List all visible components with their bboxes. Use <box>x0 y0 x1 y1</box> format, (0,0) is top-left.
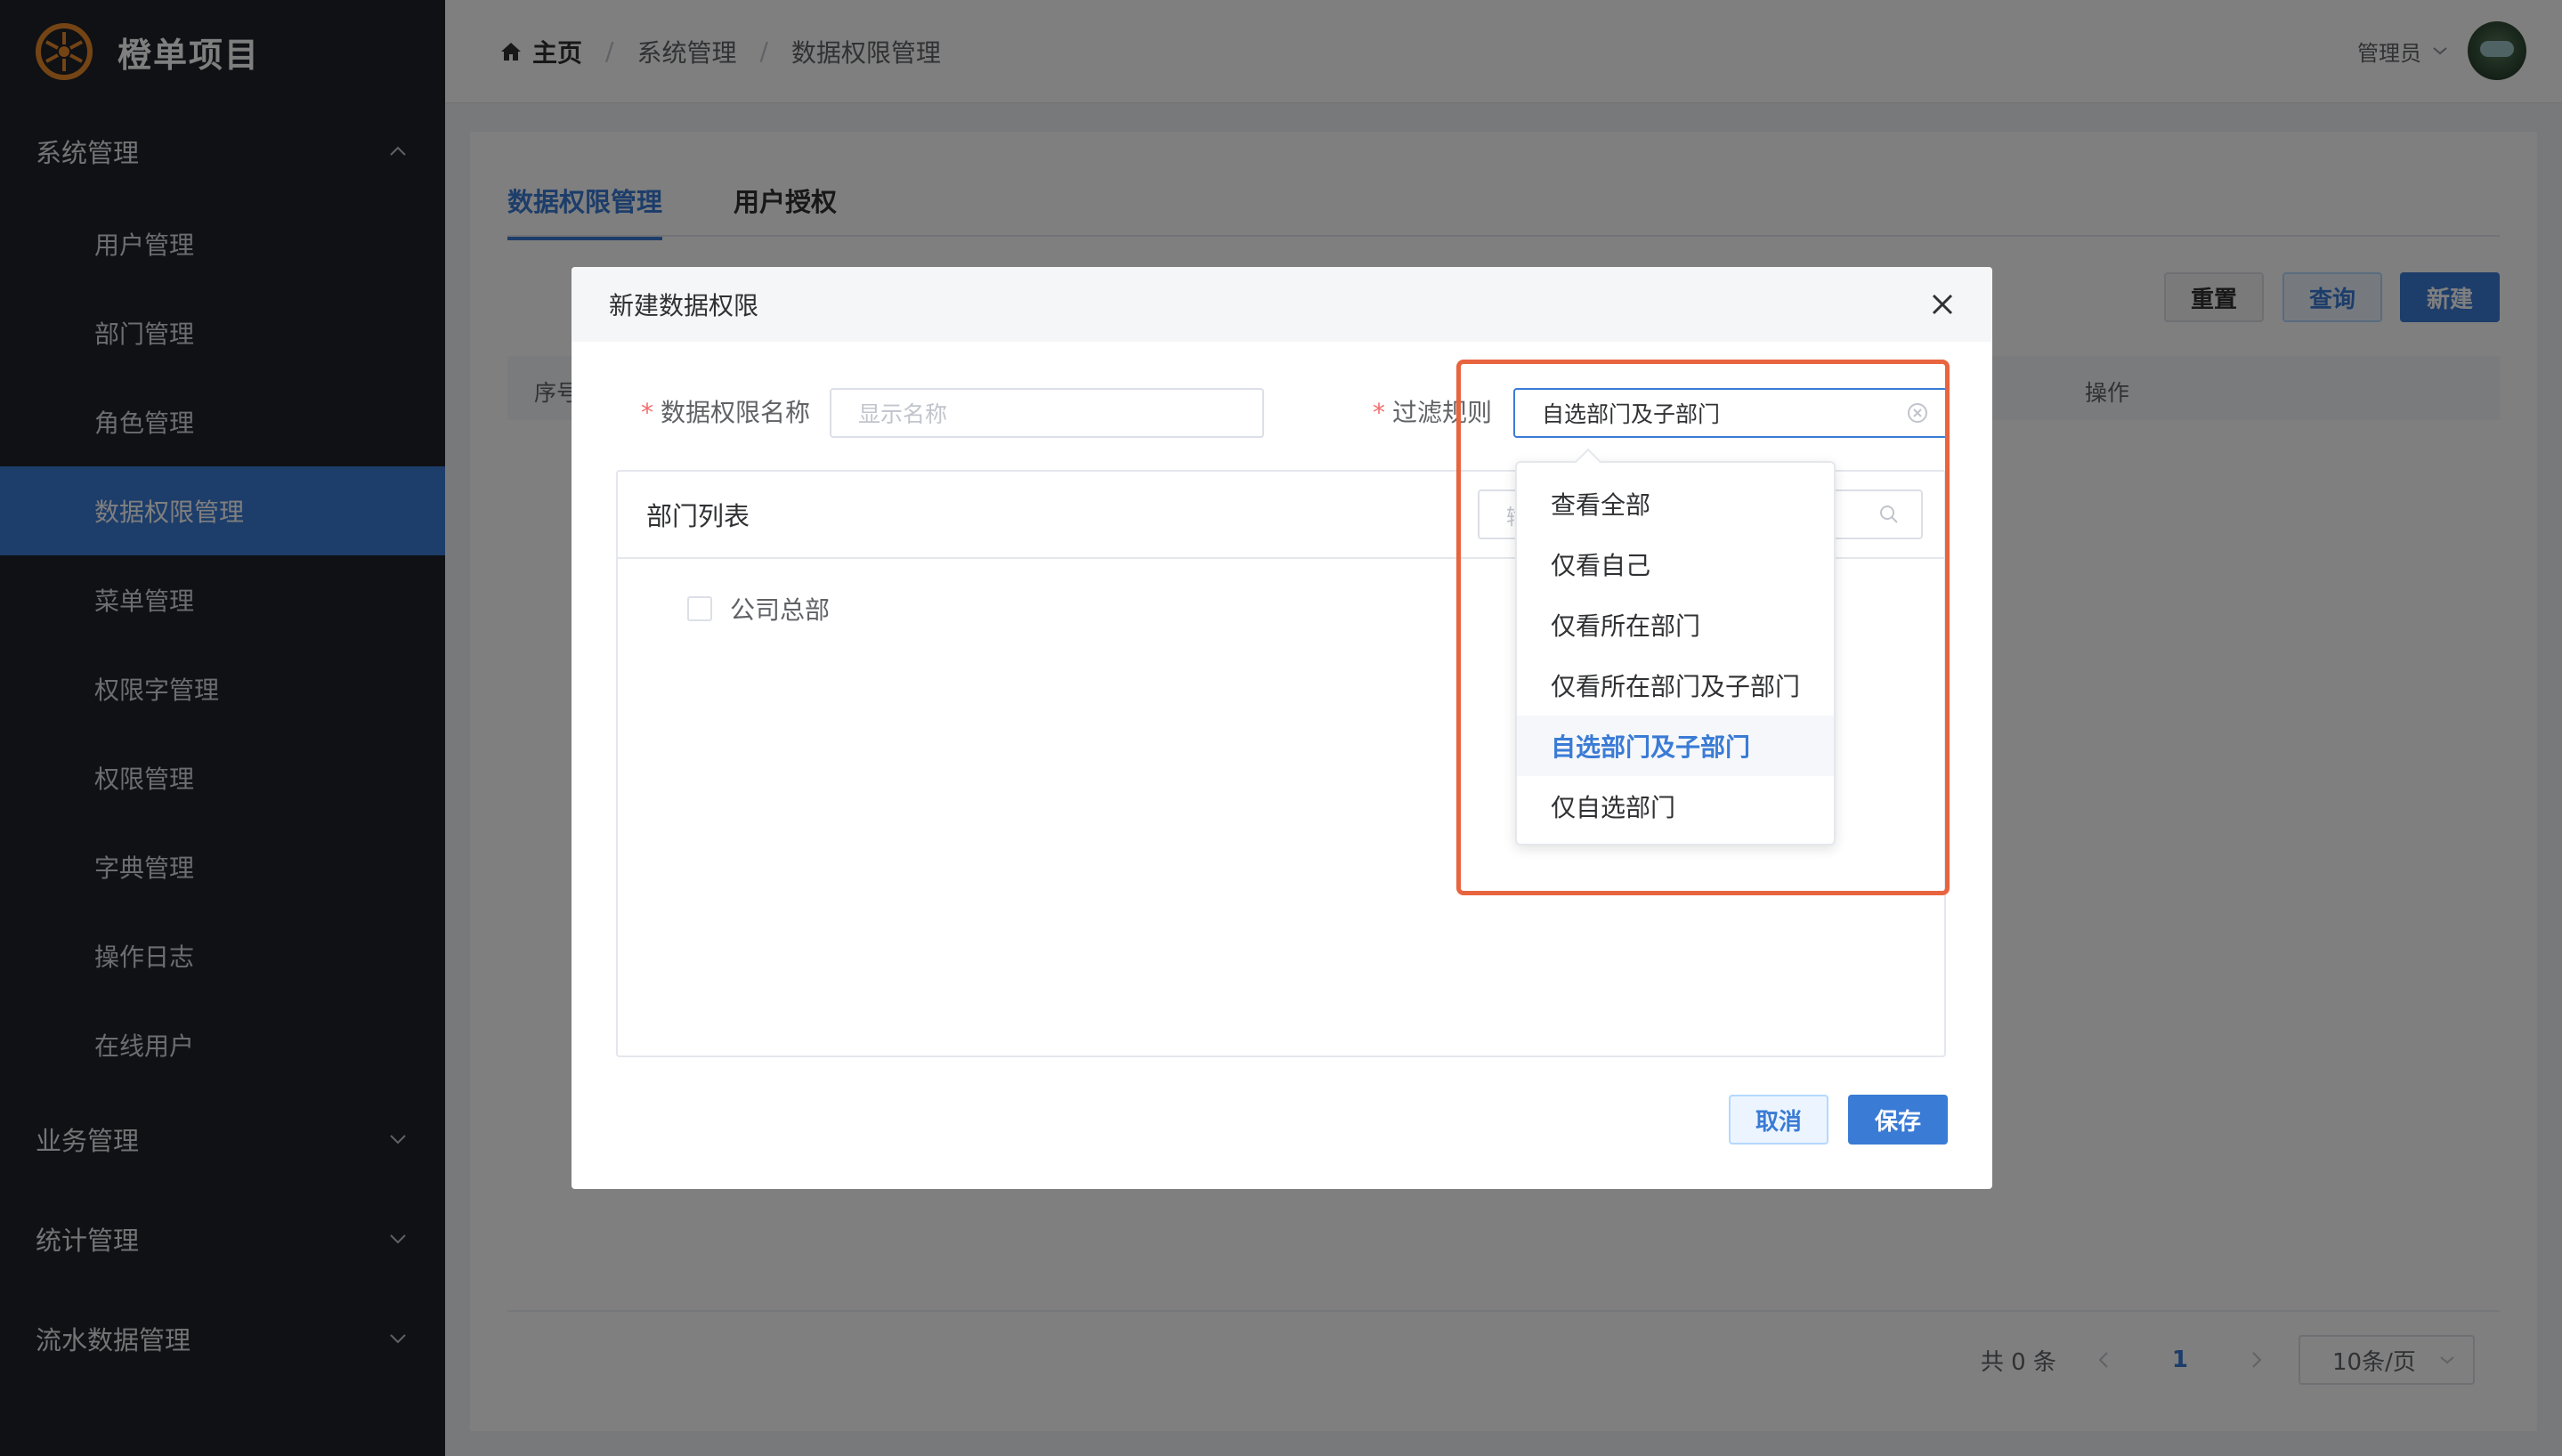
name-input[interactable]: 显示名称 <box>830 388 1264 438</box>
dialog-title: 新建数据权限 <box>609 291 759 320</box>
save-button[interactable]: 保存 <box>1848 1095 1948 1145</box>
close-icon[interactable] <box>1928 290 1957 319</box>
name-label: * 数据权限名称 <box>641 393 810 429</box>
cancel-button[interactable]: 取消 <box>1729 1095 1828 1145</box>
required-mark: * <box>641 398 653 427</box>
dialog-header: 新建数据权限 <box>572 267 1992 342</box>
highlight-box <box>1456 360 1950 895</box>
checkbox[interactable] <box>687 596 712 621</box>
tree-node-label: 公司总部 <box>730 595 831 625</box>
tree-node[interactable]: 公司总部 <box>687 591 830 627</box>
name-label-text: 数据权限名称 <box>661 398 811 427</box>
department-panel-title: 部门列表 <box>646 501 750 531</box>
name-input-placeholder: 显示名称 <box>858 401 948 427</box>
required-mark: * <box>1373 398 1385 427</box>
